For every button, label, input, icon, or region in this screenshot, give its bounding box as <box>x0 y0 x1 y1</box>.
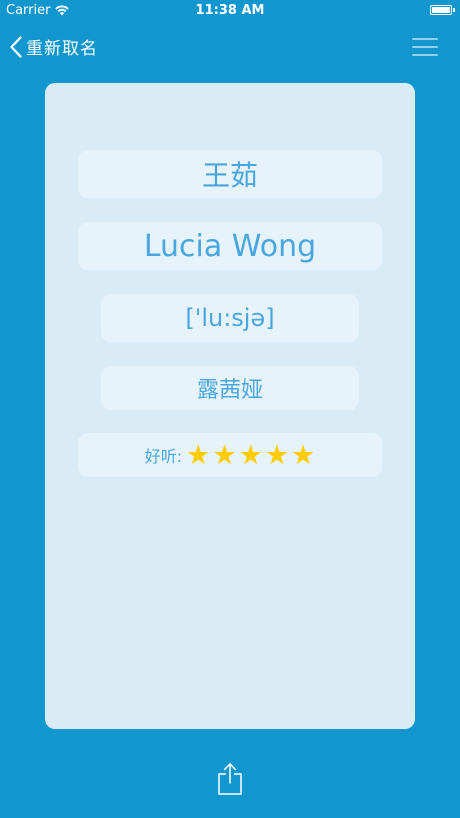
chinese-name: 王茹 <box>201 159 258 192</box>
battery-level <box>432 7 450 13</box>
rating-stars: ★ ★ ★ ★ ★ <box>186 442 315 469</box>
pronunciation: ['lu:sjə] <box>185 304 275 332</box>
hamburger-menu-icon[interactable] <box>412 37 438 57</box>
star-icon: ★ <box>291 439 316 471</box>
back-button[interactable]: 重新取名 <box>10 34 98 59</box>
english-name-box: Lucia Wong <box>78 222 382 270</box>
menu-line <box>412 38 438 40</box>
back-label: 重新取名 <box>26 39 98 59</box>
pronunciation-box: ['lu:sjə] <box>101 294 359 342</box>
share-icon <box>217 762 243 796</box>
transliteration-box: 露茜娅 <box>101 366 359 410</box>
status-bar: Carrier 11:38 AM <box>0 0 460 22</box>
rating-label: 好听: <box>144 447 183 466</box>
star-icon: ★ <box>264 439 290 471</box>
chevron-left-icon <box>10 35 22 58</box>
rating-box: 好听: ★ ★ ★ ★ ★ <box>78 433 382 477</box>
english-name: Lucia Wong <box>143 228 317 264</box>
nav-bar: 重新取名 <box>0 22 460 72</box>
menu-line <box>412 54 438 56</box>
star-icon: ★ <box>186 439 211 471</box>
star-icon: ★ <box>212 439 237 471</box>
name-card: 王茹 Lucia Wong ['lu:sjə] 露茜娅 好听: ★ ★ ★ ★ ★ <box>45 83 415 729</box>
star-icon: ★ <box>238 439 263 471</box>
menu-line <box>412 46 438 48</box>
share-button[interactable] <box>217 762 243 796</box>
status-time: 11:38 AM <box>195 3 265 18</box>
battery-icon <box>430 5 455 15</box>
transliteration: 露茜娅 <box>196 378 263 403</box>
chinese-name-box: 王茹 <box>78 150 382 198</box>
